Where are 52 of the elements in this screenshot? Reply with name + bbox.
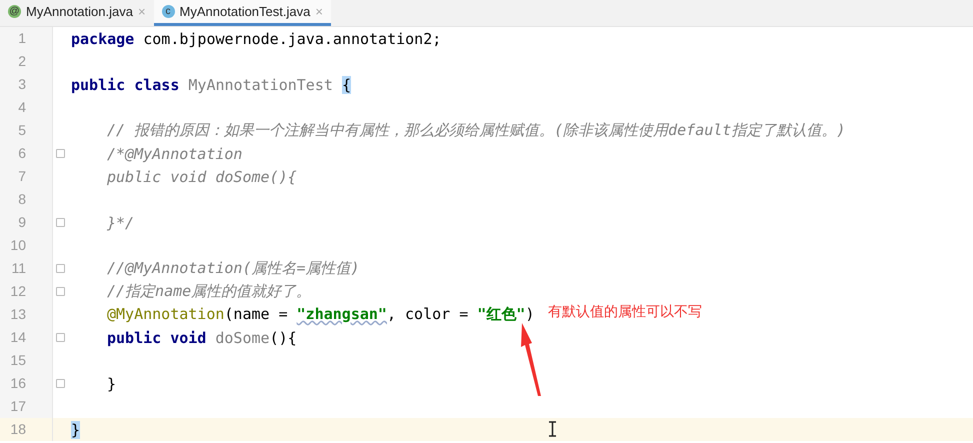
fold-icon[interactable] — [56, 218, 65, 227]
line-number: 12 — [0, 280, 53, 303]
code-text: , color = — [386, 305, 470, 324]
code-text: ) — [525, 305, 534, 324]
keyword: package — [71, 30, 134, 48]
line-number: 6 — [0, 142, 53, 165]
line-number: 14 — [0, 326, 53, 349]
identifier: MyAnnotationTest — [188, 76, 334, 94]
line-number: 4 — [0, 96, 53, 119]
line-number: 10 — [0, 234, 53, 257]
arrow-icon — [521, 323, 543, 397]
line-number: 7 — [0, 165, 53, 188]
line-number: 3 — [0, 73, 53, 96]
line-number: 13 — [0, 303, 53, 326]
code-comment: //@MyAnnotation(属性名=属性值) — [107, 259, 360, 278]
code-text: com.bjpowernode.java.annotation2; — [142, 30, 442, 48]
line-number: 8 — [0, 188, 53, 211]
fold-icon[interactable] — [56, 287, 65, 296]
matched-brace: } — [71, 420, 80, 438]
fold-icon[interactable] — [56, 333, 65, 342]
line-number: 15 — [0, 349, 53, 372]
keyword: public class — [71, 76, 180, 94]
file-type-icon: @ — [8, 5, 21, 18]
code-text: } — [107, 374, 116, 392]
line-number: 16 — [0, 372, 53, 395]
fold-icon[interactable] — [56, 264, 65, 273]
line-number: 11 — [0, 257, 53, 280]
line-number: 9 — [0, 211, 53, 234]
file-type-icon: c — [162, 5, 175, 18]
code-text: (name = — [224, 305, 289, 324]
string-literal: "红色" — [477, 305, 526, 324]
code-comment: public void doSome(){ — [107, 168, 297, 186]
code-comment: }*/ — [107, 214, 134, 232]
fold-icon[interactable] — [56, 149, 65, 158]
code-comment: // 报错的原因：如果一个注解当中有属性，那么必须给属性赋值。(除非该属性使用default指定了默认值。) — [107, 121, 846, 140]
string-literal: "zhangsan" — [296, 305, 387, 324]
fold-icon[interactable] — [56, 379, 65, 388]
code-comment: /*@MyAnnotation — [107, 144, 242, 162]
keyword: public void — [107, 328, 208, 346]
annotation: @MyAnnotation — [107, 305, 224, 324]
identifier: doSome — [215, 328, 270, 346]
line-number: 1 — [0, 27, 53, 50]
code-comment: //指定name属性的值就好了。 — [107, 282, 312, 301]
matched-brace: { — [342, 76, 351, 94]
annotation-note: 有默认值的属性可以不写 — [548, 303, 702, 321]
line-number: 17 — [0, 395, 53, 418]
text-cursor-icon — [548, 421, 557, 437]
file-tab[interactable]: c MyAnnotationTest.java × — [154, 0, 331, 26]
line-number: 5 — [0, 119, 53, 142]
line-number: 2 — [0, 50, 53, 73]
code-text: (){ — [270, 328, 297, 346]
file-tab[interactable]: @ MyAnnotation.java × — [0, 0, 154, 26]
